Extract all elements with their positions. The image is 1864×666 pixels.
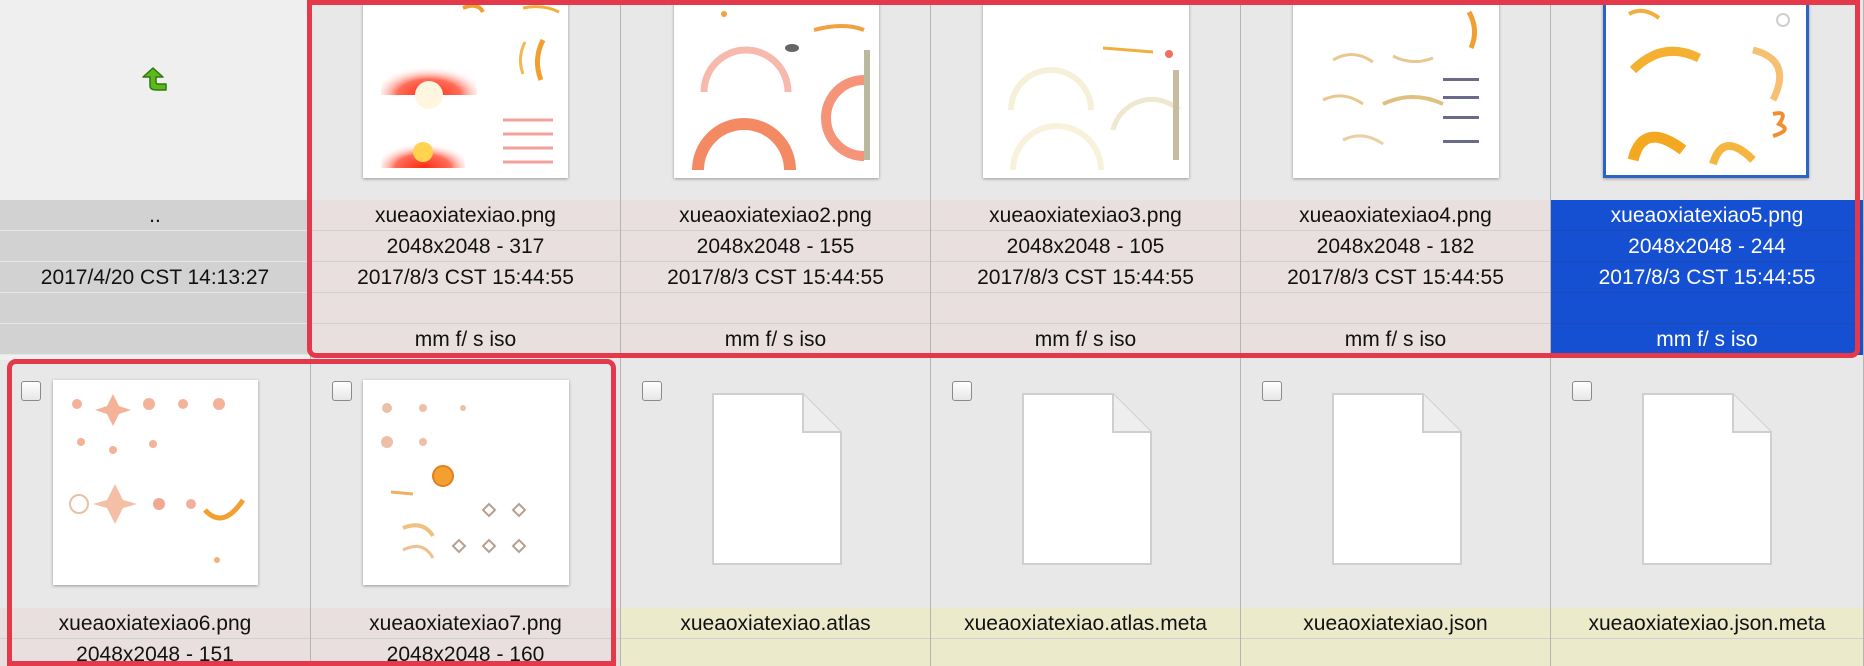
file-date: 2017/8/3 CST 15:44:55 — [311, 262, 620, 293]
image-thumbnail — [363, 0, 568, 178]
file-cell[interactable]: xueaoxiatexiao.atlas — [621, 360, 931, 666]
file-cell[interactable]: xueaoxiatexiao2.png 2048x2048 - 155 2017… — [621, 0, 931, 360]
file-exif: mm f/ s iso — [1241, 324, 1550, 355]
up-arrow-icon — [142, 67, 167, 91]
file-cell[interactable]: xueaoxiatexiao.json — [1241, 360, 1551, 666]
file-date: 2017/4/20 CST 14:13:27 — [0, 262, 310, 293]
file-size: 2048x2048 - 182 — [1241, 231, 1550, 262]
image-thumbnail — [674, 0, 879, 178]
file-cell[interactable]: xueaoxiatexiao4.png 2048x2048 - 182 2017… — [1241, 0, 1551, 360]
file-exif: mm f/ s iso — [931, 324, 1240, 355]
texture-preview-icon — [692, 11, 870, 171]
texture-preview-icon — [1322, 10, 1479, 146]
file-cell[interactable]: xueaoxiatexiao6.png 2048x2048 - 151 — [0, 360, 311, 666]
file-size: 2048x2048 - 160 — [311, 639, 620, 666]
file-cell[interactable]: xueaoxiatexiao.atlas.meta — [931, 360, 1241, 666]
image-thumbnail — [1603, 0, 1809, 178]
file-size: 2048x2048 - 244 — [1551, 231, 1863, 262]
file-blank — [311, 293, 620, 324]
file-name: xueaoxiatexiao.atlas.meta — [931, 608, 1240, 639]
file-exif: mm f/ s iso — [311, 324, 620, 355]
select-checkbox[interactable] — [1262, 381, 1282, 401]
texture-preview-icon — [381, 403, 527, 559]
file-blank — [0, 293, 310, 324]
file-exif: mm f/ s iso — [1551, 324, 1863, 355]
file-cell[interactable]: xueaoxiatexiao.png 2048x2048 - 317 2017/… — [311, 0, 621, 360]
file-name: xueaoxiatexiao4.png — [1241, 200, 1550, 231]
file-blank — [1551, 293, 1863, 324]
file-name: xueaoxiatexiao.json — [1241, 608, 1550, 639]
file-name: xueaoxiatexiao3.png — [931, 200, 1240, 231]
file-blank — [621, 293, 930, 324]
file-size — [621, 639, 930, 666]
file-name: xueaoxiatexiao.atlas — [621, 608, 930, 639]
document-icon — [1642, 393, 1772, 565]
file-name: xueaoxiatexiao2.png — [621, 200, 930, 231]
texture-preview-icon — [1627, 8, 1790, 166]
file-name: xueaoxiatexiao7.png — [311, 608, 620, 639]
texture-preview-icon — [1008, 46, 1181, 171]
file-size — [0, 231, 310, 262]
texture-preview-icon — [381, 3, 560, 168]
file-size: 2048x2048 - 317 — [311, 231, 620, 262]
file-size — [931, 639, 1240, 666]
file-cell[interactable]: xueaoxiatexiao7.png 2048x2048 - 160 — [311, 360, 621, 666]
file-date: 2017/8/3 CST 15:44:55 — [1551, 262, 1863, 293]
file-date: 2017/8/3 CST 15:44:55 — [931, 262, 1240, 293]
select-checkbox[interactable] — [1572, 381, 1592, 401]
parent-folder-cell[interactable]: .. 2017/4/20 CST 14:13:27 — [0, 0, 311, 360]
file-date: 2017/8/3 CST 15:44:55 — [621, 262, 930, 293]
file-size — [1551, 639, 1863, 666]
image-thumbnail — [53, 380, 258, 585]
file-exif — [0, 324, 310, 355]
image-thumbnail — [1293, 0, 1499, 178]
select-checkbox[interactable] — [21, 381, 41, 401]
texture-preview-icon — [69, 394, 246, 563]
document-icon — [1022, 393, 1152, 565]
file-cell[interactable]: xueaoxiatexiao3.png 2048x2048 - 105 2017… — [931, 0, 1241, 360]
file-cell-selected[interactable]: xueaoxiatexiao5.png 2048x2048 - 244 2017… — [1551, 0, 1864, 360]
select-checkbox[interactable] — [332, 381, 352, 401]
image-thumbnail — [983, 0, 1189, 178]
file-size: 2048x2048 - 151 — [0, 639, 310, 666]
file-exif: mm f/ s iso — [621, 324, 930, 355]
file-cell[interactable]: xueaoxiatexiao.json.meta — [1551, 360, 1864, 666]
file-size: 2048x2048 - 155 — [621, 231, 930, 262]
select-checkbox[interactable] — [952, 381, 972, 401]
file-blank — [1241, 293, 1550, 324]
document-icon — [712, 393, 842, 565]
file-date: 2017/8/3 CST 15:44:55 — [1241, 262, 1550, 293]
file-name: xueaoxiatexiao5.png — [1551, 200, 1863, 231]
file-size — [1241, 639, 1550, 666]
image-thumbnail — [363, 380, 569, 585]
select-checkbox[interactable] — [642, 381, 662, 401]
file-blank — [931, 293, 1240, 324]
file-size: 2048x2048 - 105 — [931, 231, 1240, 262]
file-name: xueaoxiatexiao.json.meta — [1551, 608, 1863, 639]
document-icon — [1332, 393, 1462, 565]
file-name: .. — [0, 200, 310, 231]
file-name: xueaoxiatexiao.png — [311, 200, 620, 231]
file-name: xueaoxiatexiao6.png — [0, 608, 310, 639]
